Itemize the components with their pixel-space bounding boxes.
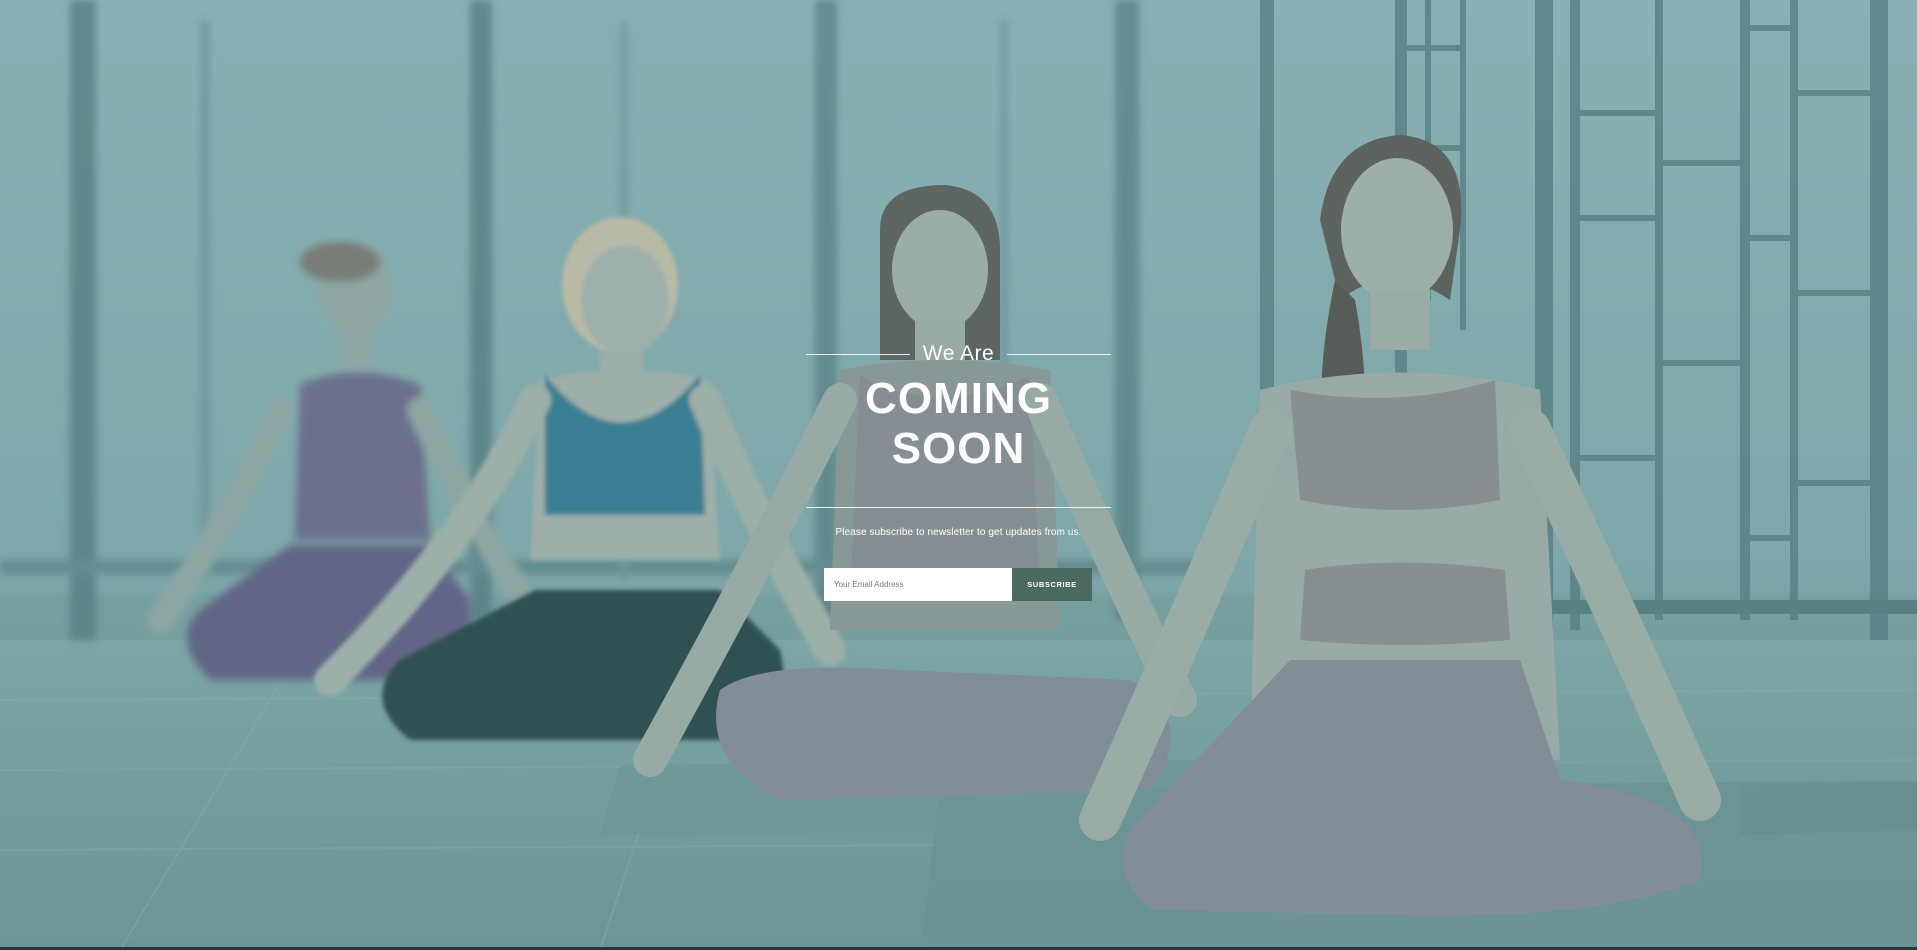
pre-title-right-rule: [1007, 354, 1111, 355]
pre-title-row: We Are: [806, 338, 1111, 370]
pre-title-left-rule: [806, 354, 910, 355]
pre-title: We Are: [922, 342, 995, 365]
newsletter-description: Please subscribe to newsletter to get up…: [835, 527, 1082, 538]
title-line-1: COMING: [865, 374, 1052, 423]
coming-soon-block: We Are COMING SOON Please subscribe to n…: [806, 338, 1111, 540]
newsletter-form: SUBSCRIBE: [824, 568, 1092, 601]
subscribe-button[interactable]: SUBSCRIBE: [1012, 568, 1092, 601]
page-title: COMING SOON: [806, 374, 1111, 474]
title-line-2: SOON: [891, 424, 1026, 473]
email-input[interactable]: [824, 568, 1012, 601]
section-divider: [806, 507, 1111, 508]
coming-soon-page: We Are COMING SOON Please subscribe to n…: [0, 0, 1917, 950]
